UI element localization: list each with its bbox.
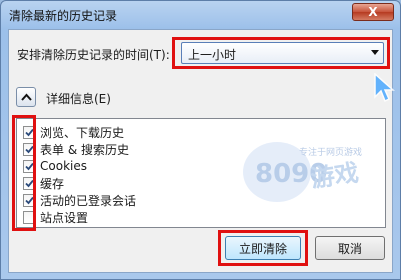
clear-now-button[interactable]: 立即清除 xyxy=(225,236,301,260)
time-range-label: 安排清除历史记录的时间(T): xyxy=(17,48,170,62)
chevron-down-icon xyxy=(371,50,379,55)
dialog-body: 安排清除历史记录的时间(T): 上一小时 详细信息(E) 浏览、下载历史 表单 … xyxy=(8,29,395,273)
list-item-label: 浏览、下载历史 xyxy=(40,125,125,140)
time-range-select[interactable]: 上一小时 xyxy=(181,42,384,64)
svg-text:游戏: 游戏 xyxy=(309,159,360,193)
list-item-label: Cookies xyxy=(40,159,87,173)
dialog-title: 清除最新的历史记录 xyxy=(9,9,118,23)
close-icon: X xyxy=(368,5,378,19)
list-item-label: 活动的已登录会话 xyxy=(40,193,137,208)
cancel-button[interactable]: 取消 xyxy=(315,236,385,260)
time-range-value: 上一小时 xyxy=(188,48,237,62)
checkbox-highlight xyxy=(12,115,36,231)
details-toggle-button[interactable] xyxy=(16,87,36,107)
chevron-up-icon xyxy=(20,93,32,101)
details-label: 详细信息(E) xyxy=(46,92,111,106)
list-item[interactable]: 浏览、下载历史 xyxy=(23,124,124,140)
mouse-cursor-icon xyxy=(374,73,395,103)
clear-history-dialog: 清除最新的历史记录 X 安排清除历史记录的时间(T): 上一小时 详细信息(E) xyxy=(0,0,401,280)
list-item[interactable]: 表单 & 搜索历史 xyxy=(23,141,129,157)
clear-items-list: 浏览、下载历史 表单 & 搜索历史 Cookies 缓存 活动的已登录会话 站点… xyxy=(16,118,386,228)
svg-text:专注于网页游戏: 专注于网页游戏 xyxy=(299,146,362,158)
cancel-label: 取消 xyxy=(337,241,362,256)
close-button[interactable]: X xyxy=(352,3,394,21)
title-bar: 清除最新的历史记录 X xyxy=(1,1,400,29)
list-item-label: 站点设置 xyxy=(40,210,89,225)
site-watermark-logo: 8090 游戏 专注于网页游戏 xyxy=(243,142,362,202)
list-item[interactable]: 活动的已登录会话 xyxy=(23,192,136,208)
clear-now-label: 立即清除 xyxy=(238,241,287,256)
list-item-label: 缓存 xyxy=(40,176,65,191)
list-item-label: 表单 & 搜索历史 xyxy=(40,142,129,157)
